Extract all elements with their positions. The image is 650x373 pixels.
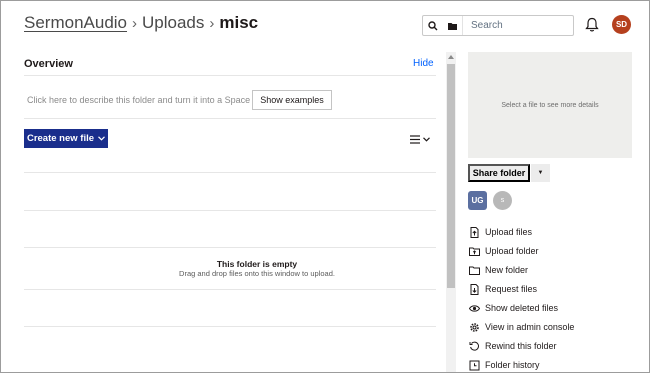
- file-list-row-divider: [24, 289, 436, 290]
- member-avatar[interactable]: s: [493, 191, 512, 210]
- bell-icon[interactable]: [585, 17, 599, 33]
- share-options-caret-icon[interactable]: ▼: [531, 164, 550, 182]
- chevron-down-icon: [98, 136, 105, 141]
- folder-scope-icon[interactable]: [443, 16, 463, 35]
- breadcrumb-current: misc: [219, 13, 259, 32]
- action-label: Upload folder: [485, 246, 539, 256]
- share-folder-button[interactable]: Share folder: [468, 164, 530, 182]
- divider: [24, 118, 436, 119]
- hide-overview-link[interactable]: Hide: [413, 58, 434, 69]
- search-input[interactable]: [463, 16, 568, 35]
- upload-folder-icon: [469, 247, 480, 256]
- action-label: View in admin console: [485, 322, 575, 332]
- new-folder-action[interactable]: New folder: [469, 262, 629, 278]
- history-icon: [469, 360, 480, 370]
- action-label: Show deleted files: [485, 303, 559, 313]
- empty-folder-title: This folder is empty: [216, 259, 298, 269]
- request-files-icon: [470, 283, 479, 295]
- breadcrumb-separator: ›: [132, 14, 138, 32]
- rewind-icon: [469, 341, 479, 351]
- overview-title: Overview: [24, 58, 73, 70]
- rewind-this-folder-action[interactable]: Rewind this folder: [469, 338, 629, 354]
- create-new-file-label: Create new file: [26, 133, 95, 144]
- action-label: Upload files: [485, 227, 533, 237]
- search-icon[interactable]: [423, 16, 443, 35]
- upload-folder-action[interactable]: Upload folder: [469, 243, 629, 259]
- upload-file-icon: [470, 226, 479, 238]
- new-folder-icon: [469, 266, 480, 275]
- file-list-row-divider: [24, 247, 436, 248]
- folder-history-action[interactable]: Folder history: [469, 357, 629, 373]
- eye-icon: [469, 304, 480, 312]
- user-avatar[interactable]: SD: [612, 15, 631, 34]
- action-label: New folder: [485, 265, 529, 275]
- file-details-placeholder: Select a file to see more details: [501, 101, 599, 109]
- action-label: Folder history: [485, 360, 540, 370]
- view-options-toggle[interactable]: [410, 132, 434, 146]
- folder-description-prompt[interactable]: Click here to describe this folder and t…: [27, 95, 250, 105]
- search-box[interactable]: [422, 15, 574, 36]
- show-deleted-files-action[interactable]: Show deleted files: [469, 300, 629, 316]
- upload-files-action[interactable]: Upload files: [469, 224, 629, 240]
- file-list-row-divider: [24, 172, 436, 173]
- scrollbar-thumb[interactable]: [447, 64, 455, 288]
- action-label: Rewind this folder: [485, 341, 557, 351]
- gear-icon: [470, 322, 479, 332]
- chevron-down-icon: [423, 136, 430, 142]
- scroll-up-arrow-icon[interactable]: [446, 52, 456, 62]
- member-avatar[interactable]: UG: [468, 191, 487, 210]
- breadcrumb-uploads-link[interactable]: Uploads: [142, 13, 204, 33]
- file-details-preview: Select a file to see more details: [468, 52, 632, 158]
- action-label: Request files: [485, 284, 538, 294]
- create-new-file-button[interactable]: Create new file: [24, 129, 108, 148]
- list-view-icon: [410, 134, 420, 144]
- show-examples-button[interactable]: Show examples: [252, 90, 332, 110]
- breadcrumb-root-link[interactable]: SermonAudio: [24, 13, 127, 33]
- empty-folder-subtitle: Drag and drop files onto this window to …: [179, 269, 335, 278]
- breadcrumb-separator: ›: [209, 14, 215, 32]
- request-files-action[interactable]: Request files: [469, 281, 629, 297]
- view-in-admin-console-action[interactable]: View in admin console: [469, 319, 629, 335]
- breadcrumb: SermonAudio › Uploads › misc: [24, 13, 258, 33]
- file-list-row-divider: [24, 326, 436, 327]
- divider: [24, 75, 436, 76]
- file-list-row-divider: [24, 210, 436, 211]
